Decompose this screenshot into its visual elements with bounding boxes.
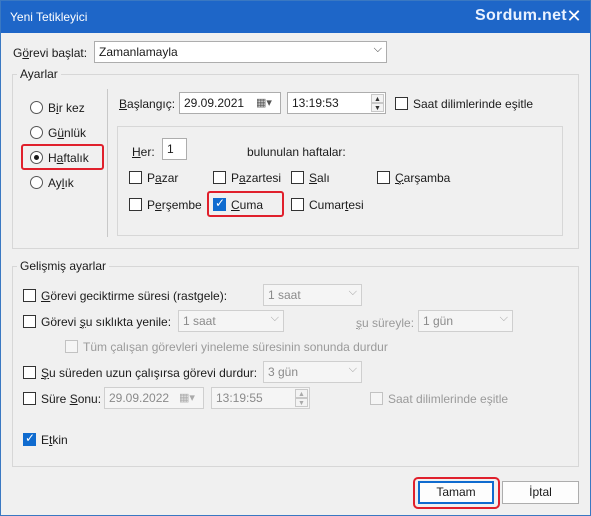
expire-date-picker[interactable]: 29.09.2022 ▦▾ — [104, 387, 204, 409]
delay-label[interactable]: Görevi geciktirme süresi (rastgele): — [41, 289, 227, 303]
radio-once-label[interactable]: Bir kez — [48, 101, 85, 115]
day-tuesday-checkbox[interactable] — [291, 171, 304, 184]
day-monday-checkbox[interactable] — [213, 171, 226, 184]
settings-group-title: Ayarlar — [17, 67, 61, 81]
repeat-duration-select[interactable]: 1 gün ⌵ — [418, 310, 513, 332]
delay-checkbox[interactable] — [23, 289, 36, 302]
stop-longer-label[interactable]: Şu süreden uzun çalışırsa görevi durdur: — [41, 366, 257, 380]
radio-daily[interactable] — [30, 126, 43, 139]
chevron-down-icon: ⌵ — [270, 312, 279, 324]
dialog-window: Yeni Tetikleyici Sordum.net ✕ Görevi baş… — [0, 0, 591, 516]
repeat-interval-value: 1 saat — [183, 314, 216, 328]
close-icon[interactable]: ✕ — [563, 6, 585, 26]
spin-down-icon[interactable]: ▼ — [295, 398, 308, 407]
day-sunday-label[interactable]: Pazar — [147, 171, 178, 185]
radio-monthly-label[interactable]: Aylık — [48, 176, 74, 190]
radio-daily-label[interactable]: Günlük — [48, 126, 86, 140]
expire-time-value: 13:19:55 — [216, 391, 263, 405]
expire-sync-label: Saat dilimlerinde eşitle — [388, 392, 509, 406]
spin-up-icon[interactable]: ▲ — [295, 389, 308, 398]
repeat-duration-label: şu süreyle: — [356, 316, 415, 330]
start-sync-label[interactable]: Saat dilimlerinde eşitle — [413, 97, 533, 111]
begin-task-select[interactable]: Zamanlamayla ⌵ — [94, 41, 387, 63]
start-sync-checkbox[interactable] — [395, 97, 408, 110]
day-saturday-checkbox[interactable] — [291, 198, 304, 211]
day-friday-label[interactable]: Cuma — [231, 198, 263, 212]
start-time-input[interactable]: 13:19:53 ▲ ▼ — [287, 92, 386, 114]
recur-weeks-input[interactable]: 1 — [162, 138, 187, 160]
radio-weekly[interactable] — [30, 151, 43, 164]
delay-select[interactable]: 1 saat ⌵ — [263, 284, 362, 306]
expire-date-value: 29.09.2022 — [109, 391, 170, 405]
day-tuesday-label[interactable]: Salı — [309, 171, 330, 185]
stop-longer-select[interactable]: 3 gün ⌵ — [263, 361, 362, 383]
start-date-picker[interactable]: 29.09.2021 ▦▾ — [179, 92, 281, 114]
day-thursday-label[interactable]: Perşembe — [147, 198, 202, 212]
delay-value: 1 saat — [268, 288, 301, 302]
start-time-value: 13:19:53 — [292, 96, 339, 110]
recur-label: Her: — [132, 145, 155, 159]
repeat-interval-select[interactable]: 1 saat ⌵ — [178, 310, 284, 332]
repeat-duration-value: 1 gün — [423, 314, 454, 328]
day-wednesday-checkbox[interactable] — [377, 171, 390, 184]
title-bar[interactable]: Yeni Tetikleyici Sordum.net ✕ — [1, 1, 590, 33]
watermark: Sordum.net — [475, 7, 567, 24]
stop-all-label: Tüm çalışan görevleri yineleme süresinin… — [83, 340, 388, 354]
spin-down-icon[interactable]: ▼ — [371, 103, 384, 112]
radio-monthly[interactable] — [30, 176, 43, 189]
start-date-value: 29.09.2021 — [184, 96, 245, 110]
day-wednesday-label[interactable]: Çarşamba — [395, 171, 450, 185]
day-thursday-checkbox[interactable] — [129, 198, 142, 211]
stop-longer-checkbox[interactable] — [23, 366, 36, 379]
expire-checkbox[interactable] — [23, 392, 36, 405]
recur-weeks-value: 1 — [167, 142, 174, 156]
begin-task-value: Zamanlamayla — [99, 45, 178, 59]
enabled-label[interactable]: Etkin — [41, 433, 68, 447]
radio-once[interactable] — [30, 101, 43, 114]
cancel-button[interactable]: İptal — [502, 481, 579, 504]
advanced-group-title: Gelişmiş ayarlar — [17, 259, 110, 273]
chevron-down-icon: ⌵ — [499, 312, 508, 324]
window-title: Yeni Tetikleyici — [10, 10, 88, 24]
chevron-down-icon: ⌵ — [348, 363, 357, 375]
day-sunday-checkbox[interactable] — [129, 171, 142, 184]
expire-label[interactable]: Süre Sonu: — [41, 392, 101, 406]
calendar-icon[interactable]: ▦▾ — [256, 96, 272, 109]
begin-task-label: Görevi başlat: — [13, 46, 88, 60]
settings-divider — [107, 89, 108, 237]
chevron-down-icon: ⌵ — [373, 43, 382, 55]
day-saturday-label[interactable]: Cumartesi — [309, 198, 364, 212]
expire-sync-checkbox[interactable] — [370, 392, 383, 405]
stop-longer-value: 3 gün — [268, 365, 299, 379]
spin-up-icon[interactable]: ▲ — [371, 94, 384, 103]
start-label: Başlangıç: — [119, 97, 176, 111]
calendar-icon[interactable]: ▦▾ — [179, 391, 195, 404]
expire-time-input[interactable]: 13:19:55 ▲ ▼ — [211, 387, 310, 409]
stop-all-checkbox[interactable] — [65, 340, 78, 353]
recur-suffix: bulunulan haftalar: — [247, 145, 346, 159]
enabled-checkbox[interactable] — [23, 431, 36, 446]
ok-button[interactable]: Tamam — [418, 481, 494, 504]
repeat-label[interactable]: Görevi şu sıklıkta yenile: — [41, 315, 171, 329]
day-monday-label[interactable]: Pazartesi — [231, 171, 281, 185]
chevron-down-icon: ⌵ — [348, 286, 357, 298]
radio-weekly-label[interactable]: Haftalık — [48, 151, 89, 165]
day-friday-checkbox[interactable] — [213, 196, 226, 211]
repeat-checkbox[interactable] — [23, 315, 36, 328]
